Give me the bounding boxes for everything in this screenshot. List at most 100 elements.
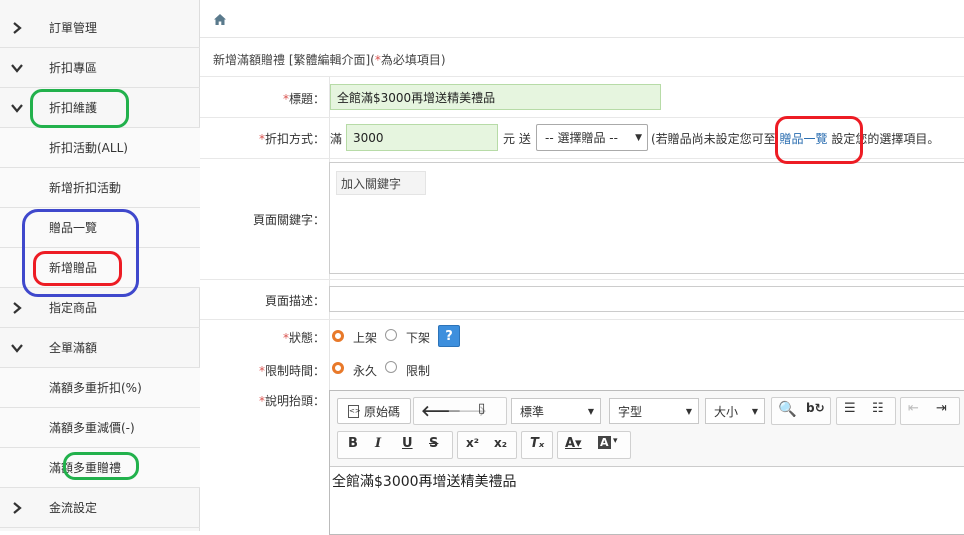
- gift-select[interactable]: -- 選擇贈品 -- ▼: [536, 124, 648, 151]
- sidebar-item-label: 折扣活動(ALL): [49, 141, 128, 155]
- source-button[interactable]: <> 原始碼: [337, 398, 411, 424]
- font-combo-value: 字型: [618, 404, 643, 419]
- sidebar-item-order-total[interactable]: 全單滿額: [0, 328, 200, 368]
- search-icon[interactable]: 🔍: [778, 400, 797, 418]
- sidebar-item-label: 新增折扣活動: [49, 181, 122, 195]
- main-content: 新增滿額贈禮 [繁體編輯介面](*為必填項目) *標題： 全館滿$3000再增送…: [200, 0, 964, 535]
- sidebar-item-label: 訂單管理: [49, 21, 98, 35]
- italic-icon[interactable]: I: [375, 436, 381, 451]
- form-row-title: *標題： 全館滿$3000再增送精美禮品: [200, 76, 964, 118]
- editor-toolbar: <> 原始碼 🡐 🡒 ▯ 標準 ▼ 字型 ▼ 大小 ▼ 🔍 b↻ ☰ ☷ ⇤ ⇥…: [330, 391, 964, 467]
- replace-icon[interactable]: b↻: [806, 401, 825, 415]
- full-prefix: 滿: [330, 132, 343, 146]
- chevron-right-icon: [0, 501, 34, 514]
- sidebar-item-add-discount[interactable]: 新增折扣活動: [0, 168, 200, 208]
- sidebar-item-payment[interactable]: 金流設定: [0, 488, 200, 528]
- status-off-label: 下架: [406, 331, 431, 345]
- desc-label: 頁面描述：: [264, 294, 325, 308]
- sidebar-item-label: 滿額多重減價(-): [49, 421, 135, 435]
- sidebar-item-label: 贈品一覽: [49, 221, 98, 235]
- form-row-status: *狀態： 上架 下架 ?: [200, 320, 964, 354]
- time-label: *限制時間：: [258, 364, 325, 378]
- gift-list-link[interactable]: 贈品一覽: [780, 132, 828, 146]
- heading-label: *說明抬頭：: [258, 394, 325, 408]
- form-row-time: *限制時間： 永久 限制: [200, 354, 964, 384]
- font-combo[interactable]: 字型 ▼: [609, 398, 699, 424]
- title-label: *標題：: [282, 92, 325, 106]
- gift-select-value: -- 選擇贈品 --: [545, 131, 618, 145]
- sidebar-item-label: 金流設定: [49, 501, 98, 515]
- time-forever-radio[interactable]: [332, 362, 344, 374]
- sidebar-item-label: 滿額多重贈禮: [49, 461, 122, 475]
- time-limit-label: 限制: [406, 364, 431, 378]
- status-on-radio[interactable]: [332, 330, 344, 342]
- chevron-down-icon: [0, 343, 34, 353]
- status-label: *狀態：: [282, 331, 325, 345]
- rich-text-editor: <> 原始碼 🡐 🡒 ▯ 標準 ▼ 字型 ▼ 大小 ▼ 🔍 b↻ ☰ ☷ ⇤ ⇥…: [329, 390, 964, 535]
- superscript-icon[interactable]: x²: [466, 436, 479, 450]
- bulleted-list-icon[interactable]: ☷: [872, 401, 884, 416]
- discount-label: *折扣方式：: [258, 132, 325, 146]
- sidebar-item-label: 新增贈品: [49, 261, 98, 275]
- outdent-icon[interactable]: ⇤: [908, 401, 919, 416]
- paste-icon[interactable]: ▯: [478, 401, 485, 416]
- bg-color-icon[interactable]: A: [598, 436, 611, 449]
- unit-text: 元 送: [503, 132, 531, 146]
- time-forever-label: 永久: [353, 364, 378, 378]
- size-combo[interactable]: 大小 ▼: [705, 398, 765, 424]
- format-combo[interactable]: 標準 ▼: [511, 398, 601, 424]
- sidebar-item-label: 折扣專區: [49, 61, 98, 75]
- underline-icon[interactable]: U: [402, 436, 413, 451]
- text-color-icon[interactable]: A▾: [565, 436, 582, 451]
- sidebar-item-multi-minus[interactable]: 滿額多重減價(-): [0, 408, 200, 448]
- sidebar-item-multi-gift[interactable]: 滿額多重贈禮: [0, 448, 200, 488]
- strikethrough-icon[interactable]: S: [429, 436, 438, 451]
- sidebar-item-discount-all[interactable]: 折扣活動(ALL): [0, 128, 200, 168]
- form-row-discount: *折扣方式： 滿 3000 元 送 -- 選擇贈品 -- ▼ (若贈品尚未設定您…: [200, 118, 964, 159]
- chevron-down-icon: ▼: [635, 132, 642, 143]
- divider: [200, 37, 964, 38]
- numbered-list-icon[interactable]: ☰: [844, 401, 856, 416]
- chevron-down-icon: [0, 63, 34, 73]
- sidebar-item-orders[interactable]: 訂單管理: [0, 8, 200, 48]
- format-combo-value: 標準: [520, 404, 545, 419]
- size-combo-value: 大小: [714, 404, 739, 419]
- sidebar-item-specified-products[interactable]: 指定商品: [0, 288, 200, 328]
- chevron-down-icon: ▾: [613, 436, 618, 446]
- keyword-tag[interactable]: 加入關鍵字: [336, 171, 426, 195]
- description-input[interactable]: [329, 286, 964, 312]
- sidebar-item-label: 折扣維護: [49, 101, 98, 115]
- indent-icon[interactable]: ⇥: [936, 401, 947, 416]
- chevron-down-icon: ▼: [587, 406, 594, 416]
- source-icon: <>: [347, 404, 361, 418]
- remove-format-icon[interactable]: Tₓ: [530, 436, 544, 451]
- home-icon[interactable]: [214, 14, 226, 28]
- subscript-icon[interactable]: x₂: [494, 436, 507, 450]
- time-limit-radio[interactable]: [385, 361, 397, 373]
- amount-input[interactable]: 3000: [346, 124, 498, 151]
- sidebar-item-multi-percent[interactable]: 滿額多重折扣(%): [0, 368, 200, 408]
- page-title: 新增滿額贈禮 [繁體編輯介面](*為必填項目): [213, 53, 446, 67]
- sidebar-item-label: 滿額多重折扣(%): [49, 381, 142, 395]
- title-input[interactable]: 全館滿$3000再增送精美禮品: [330, 84, 661, 110]
- sidebar-item-add-gift[interactable]: 新增贈品: [0, 248, 200, 288]
- editor-content[interactable]: 全館滿$3000再增送精美禮品: [332, 471, 517, 491]
- bold-icon[interactable]: B: [348, 436, 358, 451]
- form-row-description: 頁面描述：: [200, 280, 964, 320]
- status-on-label: 上架: [353, 331, 378, 345]
- keyword-label: 頁面關鍵字：: [252, 213, 325, 227]
- source-label: 原始碼: [363, 404, 400, 419]
- chevron-down-icon: [0, 103, 34, 113]
- sidebar: 訂單管理 折扣專區 折扣維護 折扣活動(ALL) 新增折扣活動 贈品一覽 新增贈…: [0, 0, 200, 531]
- sidebar-item-gift-list[interactable]: 贈品一覽: [0, 208, 200, 248]
- chevron-down-icon: ▼: [685, 406, 692, 416]
- sidebar-item-label: 指定商品: [49, 301, 98, 315]
- sidebar-item-discount-maintain[interactable]: 折扣維護: [0, 88, 200, 128]
- chevron-right-icon: [0, 21, 34, 34]
- gift-hint: (若贈品尚未設定您可至 贈品一覽 設定您的選擇項目。: [651, 132, 940, 146]
- sidebar-item-discount-zone[interactable]: 折扣專區: [0, 48, 200, 88]
- status-off-radio[interactable]: [385, 329, 397, 341]
- chevron-right-icon: [0, 301, 34, 314]
- keyword-input[interactable]: 加入關鍵字: [329, 162, 964, 274]
- help-icon[interactable]: ?: [438, 325, 460, 347]
